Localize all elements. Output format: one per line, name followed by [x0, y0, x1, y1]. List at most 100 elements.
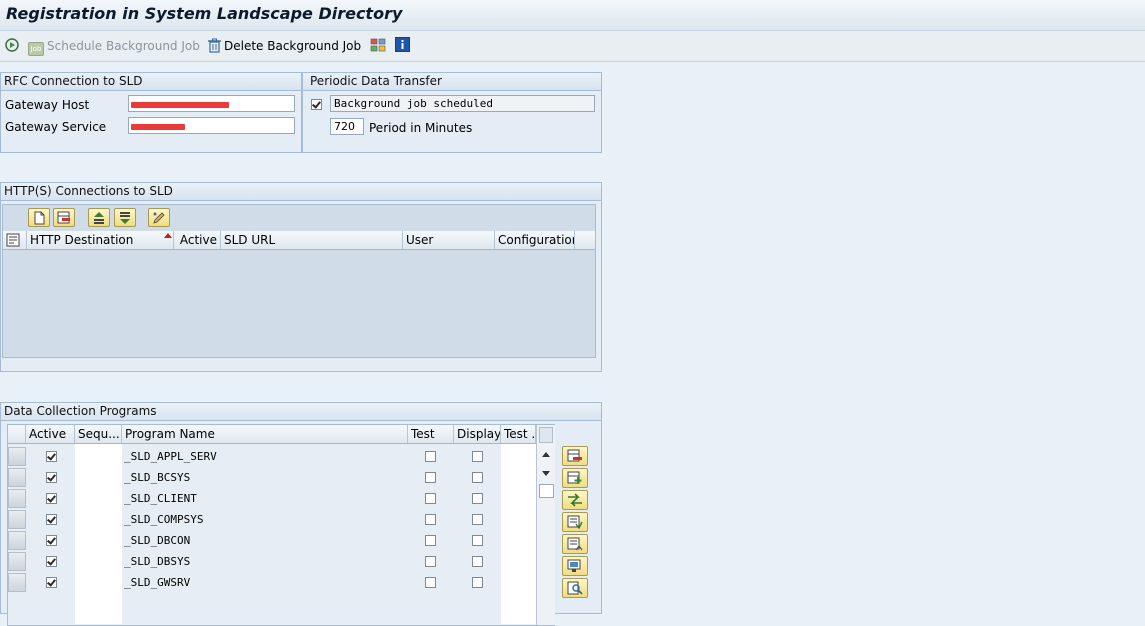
page-title: Registration in System Landscape Directo…: [6, 4, 403, 23]
display-checkbox[interactable]: [472, 535, 483, 546]
test-checkbox[interactable]: [425, 535, 436, 546]
application-toolbar: Job Schedule Background Job Delete Backgr…: [0, 31, 1145, 62]
row-selector[interactable]: [8, 573, 26, 592]
column-sld-url[interactable]: SLD URL: [221, 231, 403, 249]
title-bar: Registration in System Landscape Directo…: [0, 0, 1145, 31]
redaction-mark: [131, 124, 185, 130]
job-icon: Job: [28, 42, 44, 56]
active-checkbox[interactable]: [46, 535, 57, 546]
display-checkbox[interactable]: [472, 472, 483, 483]
sort-descending-icon: [120, 212, 130, 224]
background-job-checkbox[interactable]: [311, 99, 322, 110]
active-checkbox[interactable]: [46, 493, 57, 504]
deselect-all-button[interactable]: [562, 534, 588, 554]
scroll-up-icon[interactable]: [542, 452, 550, 457]
data-collection-table: Active Sequ... Program Name Test Display…: [7, 424, 555, 626]
test-checkbox[interactable]: [425, 472, 436, 483]
deselect-all-icon: [567, 537, 583, 551]
delete-background-job-button[interactable]: Delete Background Job: [207, 38, 361, 54]
table-row[interactable]: _SLD_BCSYS: [8, 467, 536, 488]
vertical-scrollbar[interactable]: [536, 425, 555, 625]
column-display[interactable]: Display: [454, 425, 501, 443]
sort-ascending-button[interactable]: [88, 208, 110, 227]
display-checkbox[interactable]: [472, 493, 483, 504]
column-configuration[interactable]: Configuration: [495, 231, 575, 249]
select-all-icon: [567, 515, 583, 529]
program-name-cell: _SLD_CLIENT: [124, 492, 197, 505]
find-icon: [567, 581, 583, 595]
row-selector[interactable]: [8, 552, 26, 571]
row-selector[interactable]: [8, 531, 26, 550]
sort-descending-button[interactable]: [114, 208, 136, 227]
schedule-background-job-button[interactable]: Job Schedule Background Job: [28, 38, 200, 56]
column-http-destination[interactable]: HTTP Destination: [27, 231, 174, 249]
column-user[interactable]: User: [403, 231, 495, 249]
dcp-table-header: Active Sequ... Program Name Test Display…: [8, 425, 536, 444]
active-checkbox[interactable]: [46, 514, 57, 525]
http-connections-table: HTTP Destination Active SLD URL User Con…: [2, 204, 596, 358]
test-checkbox[interactable]: [425, 556, 436, 567]
active-checkbox[interactable]: [46, 451, 57, 462]
edit-button[interactable]: [148, 208, 170, 227]
layout-icon[interactable]: [370, 37, 386, 53]
http-connections-group: HTTP(S) Connections to SLD HTTP Destinat…: [0, 182, 602, 372]
active-checkbox[interactable]: [46, 472, 57, 483]
column-active[interactable]: Active: [26, 425, 75, 443]
info-icon[interactable]: [395, 37, 410, 53]
column-test-more[interactable]: Test ...: [501, 425, 536, 443]
data-collection-programs-group: Data Collection Programs Active Sequ... …: [0, 402, 602, 626]
scroll-thumb[interactable]: [539, 484, 554, 498]
table-row[interactable]: _SLD_COMPSYS: [8, 509, 536, 530]
select-all-icon[interactable]: [3, 231, 27, 249]
active-checkbox[interactable]: [46, 577, 57, 588]
test-checkbox[interactable]: [425, 451, 436, 462]
column-active[interactable]: Active: [174, 231, 221, 249]
column-sequence[interactable]: Sequ...: [75, 425, 122, 443]
table-row[interactable]: _SLD_CLIENT: [8, 488, 536, 509]
details-icon: [567, 559, 581, 572]
select-all-rows[interactable]: [8, 425, 26, 443]
table-row[interactable]: _SLD_DBSYS: [8, 551, 536, 572]
details-button[interactable]: [562, 556, 588, 576]
gateway-host-label: Gateway Host: [5, 98, 90, 112]
find-button[interactable]: [562, 578, 588, 598]
table-row[interactable]: _SLD_APPL_SERV: [8, 446, 536, 467]
delete-background-job-label: Delete Background Job: [224, 39, 362, 53]
program-name-cell: _SLD_COMPSYS: [124, 513, 204, 526]
rfc-connection-title: RFC Connection to SLD: [1, 73, 301, 91]
row-selector[interactable]: [8, 468, 26, 487]
sort-indicator-icon: [164, 233, 172, 238]
table-row[interactable]: _SLD_GWSRV: [8, 572, 536, 593]
row-selector[interactable]: [8, 510, 26, 529]
periodic-data-transfer-group: Periodic Data Transfer Background job sc…: [302, 72, 602, 153]
schedule-background-job-label: Schedule Background Job: [47, 39, 200, 53]
column-settings-button[interactable]: [539, 427, 553, 443]
table-row[interactable]: _SLD_DBCON: [8, 530, 536, 551]
row-selector[interactable]: [8, 447, 26, 466]
delete-row-icon: [567, 449, 582, 462]
display-checkbox[interactable]: [472, 451, 483, 462]
display-checkbox[interactable]: [472, 514, 483, 525]
select-all-button[interactable]: [562, 512, 588, 532]
execute-icon[interactable]: [4, 37, 20, 53]
column-program-name[interactable]: Program Name: [122, 425, 408, 443]
row-selector[interactable]: [8, 489, 26, 508]
test-checkbox[interactable]: [425, 493, 436, 504]
period-minutes-field[interactable]: 720: [330, 118, 364, 135]
display-checkbox[interactable]: [472, 556, 483, 567]
column-test[interactable]: Test: [408, 425, 454, 443]
test-checkbox[interactable]: [425, 514, 436, 525]
create-row-button[interactable]: [28, 208, 50, 227]
delete-row-button[interactable]: [562, 446, 588, 466]
pencil-icon: [153, 212, 165, 224]
background-job-status-field: Background job scheduled: [330, 95, 595, 112]
active-checkbox[interactable]: [46, 556, 57, 567]
display-checkbox[interactable]: [472, 577, 483, 588]
delete-row-button[interactable]: [53, 208, 75, 227]
rfc-connection-group: RFC Connection to SLD Gateway Host Gatew…: [0, 72, 302, 153]
test-checkbox[interactable]: [425, 577, 436, 588]
scroll-down-icon[interactable]: [542, 471, 550, 476]
insert-row-button[interactable]: [562, 468, 588, 488]
transfer-button[interactable]: [562, 490, 588, 510]
transfer-arrows-icon: [568, 493, 582, 507]
